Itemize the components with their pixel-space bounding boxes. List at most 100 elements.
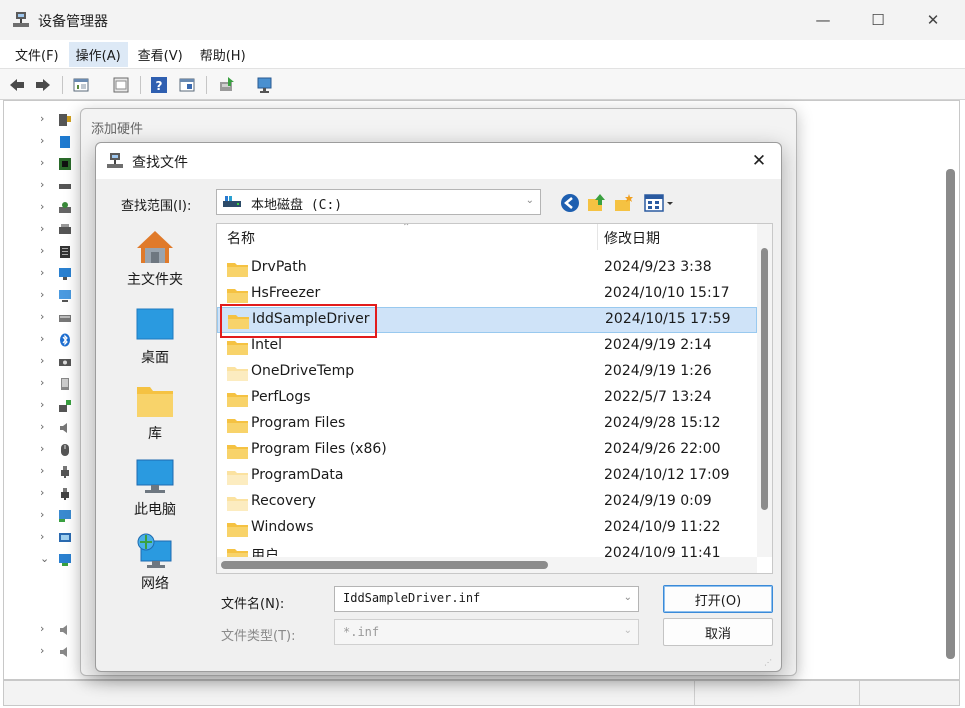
printer-icon bbox=[59, 224, 71, 234]
file-list-vertical-scrollbar[interactable] bbox=[757, 224, 772, 557]
tree-item[interactable]: › bbox=[34, 331, 84, 349]
file-row[interactable]: Program Files 2024/9/28 15:12 bbox=[217, 412, 757, 438]
chevron-right-icon[interactable]: › bbox=[40, 244, 44, 257]
file-row[interactable]: Windows 2024/10/9 11:22 bbox=[217, 516, 757, 542]
tree-item[interactable]: › bbox=[34, 287, 84, 305]
chevron-right-icon[interactable]: › bbox=[40, 644, 44, 657]
tree-item[interactable]: › bbox=[34, 177, 84, 195]
device-manager-icon bbox=[13, 12, 29, 27]
chevron-right-icon[interactable]: › bbox=[40, 508, 44, 521]
cancel-button[interactable]: 取消 bbox=[663, 618, 773, 646]
vertical-scroll-thumb[interactable] bbox=[761, 248, 768, 510]
forward-icon[interactable] bbox=[34, 76, 52, 94]
chevron-down-icon[interactable]: ⌄ bbox=[624, 592, 632, 603]
chevron-down-icon[interactable]: ⌄ bbox=[624, 625, 632, 636]
chevron-right-icon[interactable]: › bbox=[40, 622, 44, 635]
maximize-button[interactable]: ☐ bbox=[855, 0, 901, 40]
tree-item[interactable]: › bbox=[34, 309, 84, 327]
horizontal-scroll-thumb[interactable] bbox=[221, 561, 548, 569]
close-button[interactable]: ✕ bbox=[910, 0, 956, 40]
back-nav-icon[interactable] bbox=[560, 193, 580, 213]
chevron-right-icon[interactable]: › bbox=[40, 464, 44, 477]
file-row[interactable]: ProgramData 2024/10/12 17:09 bbox=[217, 464, 757, 490]
tree-item[interactable]: › bbox=[34, 353, 84, 371]
menu-help[interactable]: 帮助(H) bbox=[193, 42, 253, 67]
menu-file[interactable]: 文件(F) bbox=[8, 42, 66, 67]
chevron-down-icon[interactable]: ⌄ bbox=[40, 552, 49, 565]
tree-item[interactable]: › bbox=[34, 463, 84, 481]
tree-item[interactable]: › bbox=[34, 643, 84, 661]
chevron-right-icon[interactable]: › bbox=[40, 420, 44, 433]
tree-item[interactable]: › bbox=[34, 485, 84, 503]
chevron-right-icon[interactable]: › bbox=[40, 310, 44, 323]
chevron-right-icon[interactable]: › bbox=[40, 354, 44, 367]
tree-item[interactable]: › bbox=[34, 199, 84, 217]
minimize-button[interactable]: — bbox=[800, 0, 846, 40]
chevron-right-icon[interactable]: › bbox=[40, 442, 44, 455]
filename-combobox[interactable]: IddSampleDriver.inf ⌄ bbox=[334, 586, 639, 612]
chevron-right-icon[interactable]: › bbox=[40, 266, 44, 279]
tree-item[interactable]: › bbox=[34, 419, 84, 437]
open-button[interactable]: 打开(O) bbox=[663, 585, 773, 613]
lookin-dropdown[interactable]: 本地磁盘 (C:) ⌄ bbox=[216, 189, 541, 215]
place-library[interactable]: 库 bbox=[114, 379, 196, 449]
file-row[interactable]: Program Files (x86) 2024/9/26 22:00 bbox=[217, 438, 757, 464]
chevron-right-icon[interactable]: › bbox=[40, 486, 44, 499]
show-hide-icon[interactable] bbox=[112, 76, 130, 94]
chevron-right-icon[interactable]: › bbox=[40, 530, 44, 543]
tree-item[interactable]: › bbox=[34, 441, 84, 459]
place-home[interactable]: 主文件夹 bbox=[114, 225, 196, 295]
column-divider[interactable] bbox=[597, 224, 598, 250]
main-scrollbar[interactable] bbox=[946, 169, 955, 659]
filetype-dropdown[interactable]: *.inf ⌄ bbox=[334, 619, 639, 645]
chevron-right-icon[interactable]: › bbox=[40, 222, 44, 235]
file-row[interactable]: DrvPath 2024/9/23 3:38 bbox=[217, 256, 757, 282]
update-driver-icon[interactable] bbox=[218, 76, 236, 94]
new-folder-icon[interactable] bbox=[614, 193, 634, 213]
chevron-right-icon[interactable]: › bbox=[40, 134, 44, 147]
chevron-right-icon[interactable]: › bbox=[40, 200, 44, 213]
file-row[interactable]: PerfLogs 2022/5/7 13:24 bbox=[217, 386, 757, 412]
back-icon[interactable] bbox=[8, 76, 26, 94]
tree-item[interactable]: › bbox=[34, 155, 84, 173]
desktop-icon bbox=[136, 308, 174, 340]
tree-item[interactable]: › bbox=[34, 621, 84, 639]
tree-item[interactable]: › bbox=[34, 265, 84, 283]
tree-item[interactable]: › bbox=[34, 111, 84, 129]
tree-item[interactable]: › bbox=[34, 133, 84, 151]
tree-item[interactable]: ⌄ bbox=[34, 551, 84, 569]
menu-action[interactable]: 操作(A) bbox=[68, 41, 128, 67]
tree-item[interactable]: › bbox=[34, 507, 84, 525]
tree-item[interactable]: › bbox=[34, 375, 84, 393]
file-list-horizontal-scrollbar[interactable] bbox=[217, 557, 757, 573]
library-folder-icon bbox=[137, 387, 173, 417]
console-icon[interactable] bbox=[178, 76, 196, 94]
properties-icon[interactable] bbox=[72, 76, 90, 94]
up-folder-icon[interactable] bbox=[586, 193, 606, 213]
find-dialog-close-button[interactable]: ✕ bbox=[744, 147, 774, 175]
chevron-right-icon[interactable]: › bbox=[40, 398, 44, 411]
audio-input-icon bbox=[59, 114, 71, 126]
tree-item[interactable]: › bbox=[34, 221, 84, 239]
scan-hardware-icon[interactable] bbox=[256, 76, 274, 94]
column-header-date[interactable]: 修改日期 bbox=[604, 228, 660, 248]
column-header-name[interactable]: 名称 bbox=[227, 228, 255, 248]
file-row[interactable]: Recovery 2024/9/19 0:09 bbox=[217, 490, 757, 516]
place-desktop[interactable]: 桌面 bbox=[114, 303, 196, 373]
chevron-right-icon[interactable]: › bbox=[40, 178, 44, 191]
resize-grip-icon[interactable]: ⋰ bbox=[764, 658, 772, 667]
tree-item[interactable]: › bbox=[34, 243, 84, 261]
menu-view[interactable]: 查看(V) bbox=[131, 42, 190, 67]
help-icon[interactable]: ? bbox=[150, 76, 168, 94]
view-menu-icon[interactable] bbox=[644, 193, 678, 213]
chevron-right-icon[interactable]: › bbox=[40, 288, 44, 301]
chevron-right-icon[interactable]: › bbox=[40, 376, 44, 389]
place-network[interactable]: 网络 bbox=[114, 529, 196, 599]
tree-item[interactable]: › bbox=[34, 397, 84, 415]
place-this-pc[interactable]: 此电脑 bbox=[114, 455, 196, 525]
chevron-right-icon[interactable]: › bbox=[40, 332, 44, 345]
chevron-right-icon[interactable]: › bbox=[40, 156, 44, 169]
tree-item[interactable]: › bbox=[34, 529, 84, 547]
chevron-right-icon[interactable]: › bbox=[40, 112, 44, 125]
file-row[interactable]: OneDriveTemp 2024/9/19 1:26 bbox=[217, 360, 757, 386]
